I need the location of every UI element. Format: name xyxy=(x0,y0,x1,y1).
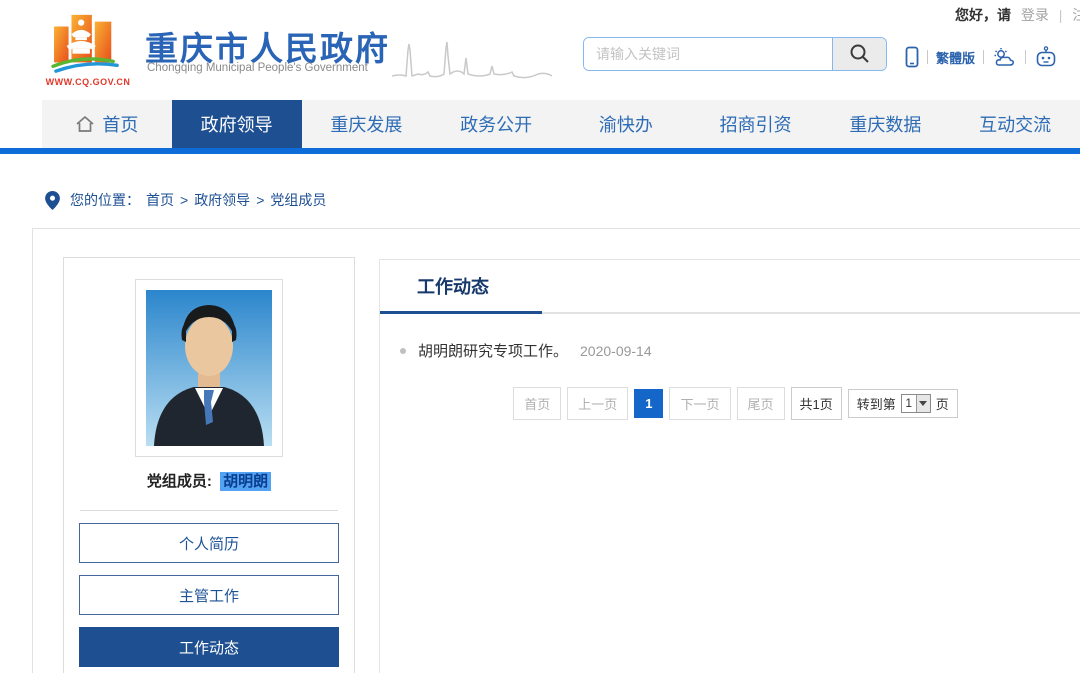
nav-item-label: 首页 xyxy=(102,111,138,137)
breadcrumb-prefix: 您的位置： xyxy=(70,190,140,210)
site-subtitle: Chongqing Municipal People's Government xyxy=(147,62,368,74)
goto-prefix-label: 转到第 xyxy=(857,394,896,413)
goto-suffix-label: 页 xyxy=(936,394,949,413)
news-list: 胡明朗研究专项工作。 2020-09-14 xyxy=(380,314,1080,361)
nav-item-label: 政务公开 xyxy=(460,111,532,137)
main-nav: 首页 政府领导 重庆发展 政务公开 渝快办 招商引资 重庆数据 互动交流 xyxy=(42,100,1080,148)
pagination-next-button[interactable]: 下一页 xyxy=(669,387,730,420)
nav-item-yukuaiban[interactable]: 渝快办 xyxy=(561,100,691,148)
nav-item-label: 渝快办 xyxy=(599,111,653,137)
panel-title: 工作动态 xyxy=(417,260,489,314)
breadcrumb-section[interactable]: 政府领导 xyxy=(194,190,250,210)
chevron-down-icon xyxy=(916,395,930,412)
quick-links: 繁體版 xyxy=(905,44,1058,70)
bullet-icon xyxy=(400,348,406,354)
gov-logo-icon xyxy=(50,10,124,76)
nav-item-home[interactable]: 首页 xyxy=(42,100,172,148)
traditional-version-link[interactable]: 繁體版 xyxy=(936,48,975,67)
site-url: WWW.CQ.GOV.CN xyxy=(36,77,140,87)
location-pin-icon xyxy=(45,191,60,210)
greeting-text: 您好，请 xyxy=(955,7,1011,23)
pagination-total-pages: 共1页 xyxy=(791,387,842,420)
search-input[interactable] xyxy=(584,38,832,70)
nav-item-investment[interactable]: 招商引资 xyxy=(691,100,821,148)
quick-links-divider xyxy=(927,50,928,64)
user-bar: 您好，请 登录 | 注册 xyxy=(955,5,1080,25)
pagination-goto: 转到第 1 页 xyxy=(848,389,958,418)
robot-icon[interactable] xyxy=(1034,46,1058,68)
portrait-image xyxy=(146,290,272,446)
nav-item-label: 重庆发展 xyxy=(330,111,402,137)
news-date: 2020-09-14 xyxy=(580,343,652,359)
pagination-page-1-button[interactable]: 1 xyxy=(634,389,663,418)
menu-resume-button[interactable]: 个人简历 xyxy=(79,523,339,563)
login-link[interactable]: 登录 xyxy=(1021,7,1049,23)
search-icon xyxy=(849,43,871,65)
menu-duties-button[interactable]: 主管工作 xyxy=(79,575,339,615)
leader-role-label: 党组成员: xyxy=(147,473,212,490)
content-wrapper: 党组成员: 胡明朗 个人简历 主管工作 工作动态 工作动态 胡明朗研究专项工作。… xyxy=(32,228,1080,673)
leader-name-line: 党组成员: 胡明朗 xyxy=(64,470,354,491)
profile-divider xyxy=(80,510,338,511)
pagination-last-button[interactable]: 尾页 xyxy=(737,387,785,420)
news-title[interactable]: 胡明朗研究专项工作。 xyxy=(418,340,568,361)
breadcrumb-separator: > xyxy=(256,192,264,208)
work-news-panel: 工作动态 胡明朗研究专项工作。 2020-09-14 首页 上一页 1 下一页 … xyxy=(379,259,1080,673)
nav-item-chongqing-development[interactable]: 重庆发展 xyxy=(302,100,432,148)
breadcrumb: 您的位置： 首页 > 政府领导 > 党组成员 xyxy=(45,190,326,210)
list-item[interactable]: 胡明朗研究专项工作。 2020-09-14 xyxy=(400,340,1080,361)
skyline-decoration-icon xyxy=(392,36,552,82)
user-bar-separator: | xyxy=(1059,7,1063,23)
nav-item-chongqing-data[interactable]: 重庆数据 xyxy=(821,100,951,148)
search-button[interactable] xyxy=(832,38,886,70)
register-link[interactable]: 注册 xyxy=(1072,7,1080,23)
site-header: 您好，请 登录 | 注册 WWW.CQ.GOV.CN 重庆市人民政府 Chong… xyxy=(0,0,1080,100)
mobile-icon[interactable] xyxy=(905,46,919,68)
breadcrumb-separator: > xyxy=(180,192,188,208)
search-box xyxy=(583,37,887,71)
nav-item-label: 重庆数据 xyxy=(849,111,921,137)
panel-title-underline xyxy=(380,311,542,314)
breadcrumb-home[interactable]: 首页 xyxy=(146,190,174,210)
nav-item-label: 政府领导 xyxy=(201,111,273,137)
leader-photo xyxy=(135,279,283,457)
nav-item-gov-affairs[interactable]: 政务公开 xyxy=(431,100,561,148)
leader-name: 胡明朗 xyxy=(220,472,271,491)
pagination-first-button[interactable]: 首页 xyxy=(513,387,561,420)
weather-icon[interactable] xyxy=(992,47,1017,68)
menu-work-news-button[interactable]: 工作动态 xyxy=(79,627,339,667)
page-select[interactable]: 1 xyxy=(901,394,931,413)
pagination: 首页 上一页 1 下一页 尾页 共1页 转到第 1 页 xyxy=(380,387,1080,420)
quick-links-divider xyxy=(983,50,984,64)
profile-menu: 个人简历 主管工作 工作动态 xyxy=(79,523,339,667)
nav-item-label: 互动交流 xyxy=(979,111,1051,137)
breadcrumb-current: 党组成员 xyxy=(270,190,326,210)
nav-item-label: 招商引资 xyxy=(720,111,792,137)
panel-header: 工作动态 xyxy=(380,260,1080,314)
nav-item-government-leaders[interactable]: 政府领导 xyxy=(172,100,302,148)
quick-links-divider xyxy=(1025,50,1026,64)
nav-item-interaction[interactable]: 互动交流 xyxy=(950,100,1080,148)
nav-accent-bar xyxy=(0,148,1080,154)
page-select-value: 1 xyxy=(902,395,916,412)
pagination-prev-button[interactable]: 上一页 xyxy=(567,387,628,420)
leader-profile-panel: 党组成员: 胡明朗 个人简历 主管工作 工作动态 xyxy=(63,257,355,673)
home-icon xyxy=(75,115,95,133)
